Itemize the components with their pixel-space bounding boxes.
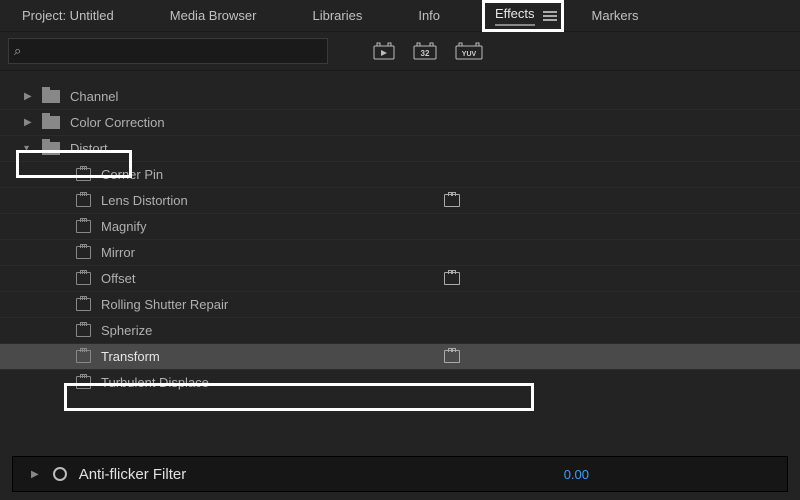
effect-icon [76, 376, 91, 389]
effect-turbulent-displace[interactable]: Turbulent Displace [0, 369, 800, 395]
search-box: ⌕ [8, 38, 328, 64]
effect-lens-distortion[interactable]: Lens Distortion [0, 187, 800, 213]
effect-transform[interactable]: Transform [0, 343, 800, 369]
search-input[interactable] [8, 38, 328, 64]
category-label: Color Correction [70, 115, 165, 130]
accelerated-badge-icon [444, 272, 460, 285]
effect-label: Turbulent Displace [101, 375, 209, 390]
accelerated-badge-icon [444, 194, 460, 207]
effect-icon [76, 194, 91, 207]
tab-info[interactable]: Info [404, 2, 454, 29]
chevron-right-icon: ▶ [24, 91, 36, 102]
keyframe-reset-icon[interactable] [53, 467, 67, 481]
effect-icon [76, 350, 91, 363]
effect-offset[interactable]: Offset [0, 265, 800, 291]
effect-icon [76, 168, 91, 181]
effect-label: Spherize [101, 323, 152, 338]
effect-mirror[interactable]: Mirror [0, 239, 800, 265]
effect-spherize[interactable]: Spherize [0, 317, 800, 343]
effects-tree: ▶ Channel ▶ Color Correction ▾ Distort C… [0, 71, 800, 395]
effect-icon [76, 298, 91, 311]
panel-tabs: Project: Untitled Media Browser Librarie… [0, 0, 800, 32]
effect-icon [76, 220, 91, 233]
category-channel[interactable]: ▶ Channel [0, 83, 800, 109]
category-color-correction[interactable]: ▶ Color Correction [0, 109, 800, 135]
effect-corner-pin[interactable]: Corner Pin [0, 161, 800, 187]
tab-markers[interactable]: Markers [578, 2, 653, 29]
accelerated-effects-filter-icon[interactable] [370, 40, 398, 62]
effect-controls-row: ▶ Anti-flicker Filter 0.00 [12, 456, 788, 492]
effect-label: Corner Pin [101, 167, 163, 182]
category-label: Channel [70, 89, 118, 104]
effect-label: Transform [101, 349, 160, 364]
tab-effects[interactable]: Effects [482, 0, 564, 32]
tab-libraries[interactable]: Libraries [298, 2, 376, 29]
property-label: Anti-flicker Filter [79, 466, 187, 483]
effect-label: Magnify [101, 219, 147, 234]
effect-icon [76, 272, 91, 285]
chevron-down-icon: ▾ [24, 143, 36, 154]
category-distort[interactable]: ▾ Distort [0, 135, 800, 161]
svg-text:YUV: YUV [462, 51, 477, 58]
category-label: Distort [70, 141, 108, 156]
effect-icon [76, 324, 91, 337]
accelerated-badge-icon [444, 350, 460, 363]
effects-toolbar: ⌕ 32 YUV [0, 32, 800, 71]
yuv-filter-icon[interactable]: YUV [452, 40, 486, 62]
panel-menu-icon[interactable] [543, 11, 557, 21]
folder-icon [42, 142, 60, 155]
effect-label: Offset [101, 271, 135, 286]
folder-icon [42, 116, 60, 129]
svg-text:32: 32 [421, 49, 430, 58]
property-value[interactable]: 0.00 [564, 467, 589, 482]
tab-project[interactable]: Project: Untitled [8, 2, 128, 29]
effect-magnify[interactable]: Magnify [0, 213, 800, 239]
effect-icon [76, 246, 91, 259]
effect-label: Lens Distortion [101, 193, 188, 208]
chevron-right-icon: ▶ [24, 117, 36, 128]
chevron-right-icon[interactable]: ▶ [31, 469, 39, 480]
effect-label: Rolling Shutter Repair [101, 297, 228, 312]
folder-icon [42, 90, 60, 103]
effect-rolling-shutter-repair[interactable]: Rolling Shutter Repair [0, 291, 800, 317]
tab-effects-label: Effects [495, 6, 535, 26]
effect-label: Mirror [101, 245, 135, 260]
tab-media-browser[interactable]: Media Browser [156, 2, 271, 29]
32bit-filter-icon[interactable]: 32 [410, 40, 440, 62]
search-icon: ⌕ [14, 43, 21, 59]
